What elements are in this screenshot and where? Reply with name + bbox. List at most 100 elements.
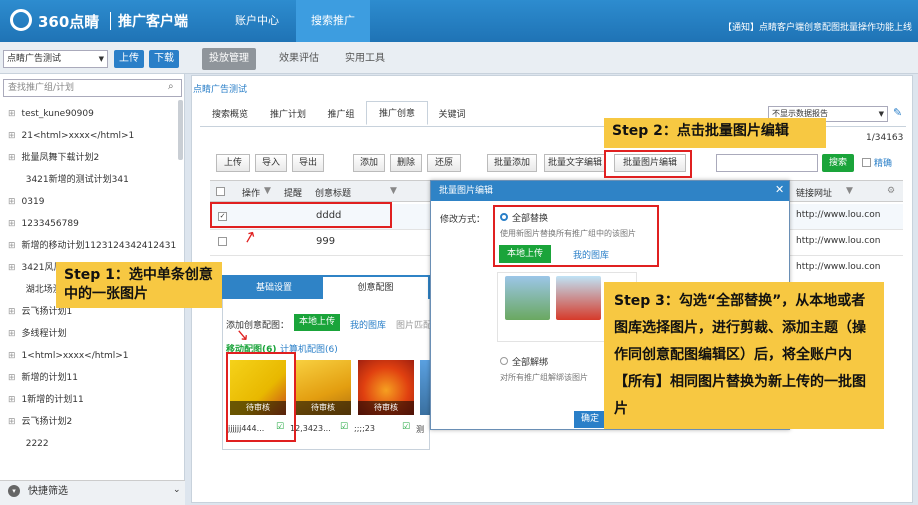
tab-creative-images[interactable]: 创意配图 (323, 277, 428, 299)
notice-text[interactable]: 【通知】点睛客户端创意配图批量操作功能上线 (723, 20, 912, 33)
header-creative-title: 创意标题 (315, 189, 352, 199)
select-all-checkbox[interactable] (216, 187, 225, 196)
creative-search-input[interactable] (716, 154, 818, 172)
sidebar-item[interactable]: ⊞ 云飞扬计划2 (8, 412, 183, 432)
expand-icon[interactable]: ⊞ (8, 197, 16, 207)
expand-icon[interactable]: ⊞ (8, 417, 16, 427)
highlight-batch-image-button (604, 150, 692, 178)
image-match-label: 图片匹配 (396, 321, 433, 331)
sidebar-item[interactable]: 3421新增的测试计划341 (8, 170, 183, 190)
sidebar-item[interactable]: ⊞ 21<html>xxxx</html>1 (8, 126, 183, 146)
exact-checkbox[interactable] (862, 158, 871, 167)
expand-icon[interactable]: ⊞ (8, 131, 16, 141)
image-thumbnail-flower[interactable]: 待审核 (358, 360, 414, 415)
sidebar-item[interactable]: ⊞ 0319 (8, 192, 183, 212)
expand-icon[interactable]: ⊞ (8, 109, 16, 119)
tab-groups[interactable]: 推广组 (318, 103, 364, 127)
unbind-all-label: 全部解绑 (512, 358, 549, 368)
sidebar-item[interactable]: ⊞ 新增的计划11 (8, 368, 183, 388)
sidebar-item[interactable]: ⊞ 1<html>xxxx</html>1 (8, 346, 183, 366)
expand-icon[interactable]: ⊞ (8, 351, 16, 361)
tab-plans[interactable]: 推广计划 (260, 103, 316, 127)
edit-icon[interactable]: ☑ (340, 422, 348, 432)
download-button[interactable]: 下载 (149, 50, 179, 68)
expand-icon[interactable]: ⊞ (8, 307, 16, 317)
tab-keywords[interactable]: 关键词 (430, 103, 474, 127)
expand-icon[interactable]: ⊞ (8, 395, 16, 405)
expand-icon[interactable]: ⊞ (8, 329, 16, 339)
chevron-down-icon[interactable]: ⌄ (173, 485, 181, 495)
sidebar-item-label: 批量凤舞下载计划2 (21, 153, 100, 163)
sidebar-item-label: 1233456789 (21, 219, 79, 229)
nav-effect-evaluation[interactable]: 效果评估 (272, 48, 326, 70)
tab-search-overview[interactable]: 搜索概览 (202, 103, 258, 127)
upload-button[interactable]: 上传 (114, 50, 144, 68)
creative-title[interactable]: 999 (316, 236, 335, 247)
logo-divider (110, 12, 111, 30)
close-icon[interactable]: ✕ (775, 183, 784, 196)
sidebar-item-label: 21<html>xxxx</html>1 (21, 131, 135, 141)
expand-icon[interactable]: ⊞ (8, 263, 16, 273)
confirm-button[interactable]: 确定 (574, 411, 606, 428)
sidebar-item[interactable]: ⊞ 批量凤舞下载计划2 (8, 148, 183, 168)
sidebar-item[interactable]: ⊞ 1233456789 (8, 214, 183, 234)
local-upload-button[interactable]: 本地上传 (294, 314, 340, 331)
preview-image-child[interactable] (505, 276, 550, 320)
sidebar-item[interactable]: ⊞ test_kune90909 (8, 104, 183, 124)
batch-add-button[interactable]: 批量添加 (487, 154, 537, 172)
add-button[interactable]: 添加 (353, 154, 385, 172)
expand-icon[interactable]: ⊞ (8, 373, 16, 383)
expand-icon[interactable]: ⊞ (8, 219, 16, 229)
nav-tools[interactable]: 实用工具 (338, 48, 392, 70)
filter-icon[interactable]: ▼ (264, 186, 271, 196)
image-caption: ;;;;23 (354, 424, 375, 433)
upload-creative-button[interactable]: 上传 (216, 154, 250, 172)
sidebar-item[interactable]: ⊞ 新增的移动计划1123124342412431 (8, 236, 183, 256)
sidebar-item[interactable]: ⊞ 多线程计划 (8, 324, 183, 344)
sidebar-item[interactable]: ⊞ 1新增的计划11 (8, 390, 183, 410)
link-url[interactable]: http://www.lou.con (796, 262, 880, 272)
tab-account-center[interactable]: 账户中心 (222, 0, 292, 42)
sidebar-item-label: 3421新增的测试计划341 (25, 175, 129, 185)
image-thumbnail-partial[interactable] (420, 360, 430, 415)
search-icon[interactable]: ⌕ (168, 81, 174, 92)
expand-icon[interactable] (8, 175, 14, 185)
link-url[interactable]: http://www.lou.con (796, 236, 880, 246)
tab-search-promotion[interactable]: 搜索推广 (296, 0, 370, 42)
expand-icon[interactable]: ⊞ (8, 153, 16, 163)
batch-text-edit-button[interactable]: 批量文字编辑 (544, 154, 606, 172)
search-button[interactable]: 搜索 (822, 154, 854, 172)
nav-delivery-management[interactable]: 投放管理 (202, 48, 256, 70)
header-operation: 操作 (242, 189, 261, 199)
highlight-selected-row (210, 202, 392, 228)
account-select[interactable]: 点睛广告测试 ▼ (3, 50, 108, 68)
edit-icon[interactable]: ✎ (893, 106, 902, 119)
breadcrumb[interactable]: 点睛广告测试 (193, 82, 247, 95)
filter-icon[interactable]: ▼ (390, 186, 397, 196)
edit-icon[interactable]: ☑ (402, 422, 410, 432)
quick-filter-bar[interactable]: 快捷筛选 (0, 480, 185, 505)
unbind-all-radio[interactable] (500, 357, 508, 365)
gear-icon[interactable]: ⚙ (887, 186, 895, 196)
expand-icon[interactable] (8, 285, 14, 295)
filter-icon[interactable]: ▼ (846, 186, 853, 196)
export-button[interactable]: 导出 (292, 154, 324, 172)
image-thumbnail-tulips[interactable]: 待审核 (295, 360, 351, 415)
import-button[interactable]: 导入 (255, 154, 287, 172)
row-checkbox[interactable] (218, 237, 227, 246)
chevron-down-icon: ▼ (878, 110, 884, 118)
sidebar-item[interactable]: 2222 (8, 434, 183, 454)
expand-icon[interactable] (8, 439, 14, 449)
my-library-link[interactable]: 我的图库 (350, 318, 386, 331)
delete-button[interactable]: 删除 (390, 154, 422, 172)
sidebar-item-label: 1新增的计划11 (21, 395, 84, 405)
sidebar-item-label: 1<html>xxxx</html>1 (21, 351, 129, 361)
tab-basic-settings[interactable]: 基础设置 (225, 277, 323, 299)
restore-button[interactable]: 还原 (427, 154, 461, 172)
header-link-url: 链接网址 (796, 189, 833, 199)
sidebar-search-input[interactable]: 查找推广组/计划 (3, 79, 182, 97)
link-url[interactable]: http://www.lou.con (796, 210, 880, 220)
preview-image-teletubby[interactable] (556, 276, 601, 320)
expand-icon[interactable]: ⊞ (8, 241, 16, 251)
tab-creatives[interactable]: 推广创意 (366, 101, 428, 125)
